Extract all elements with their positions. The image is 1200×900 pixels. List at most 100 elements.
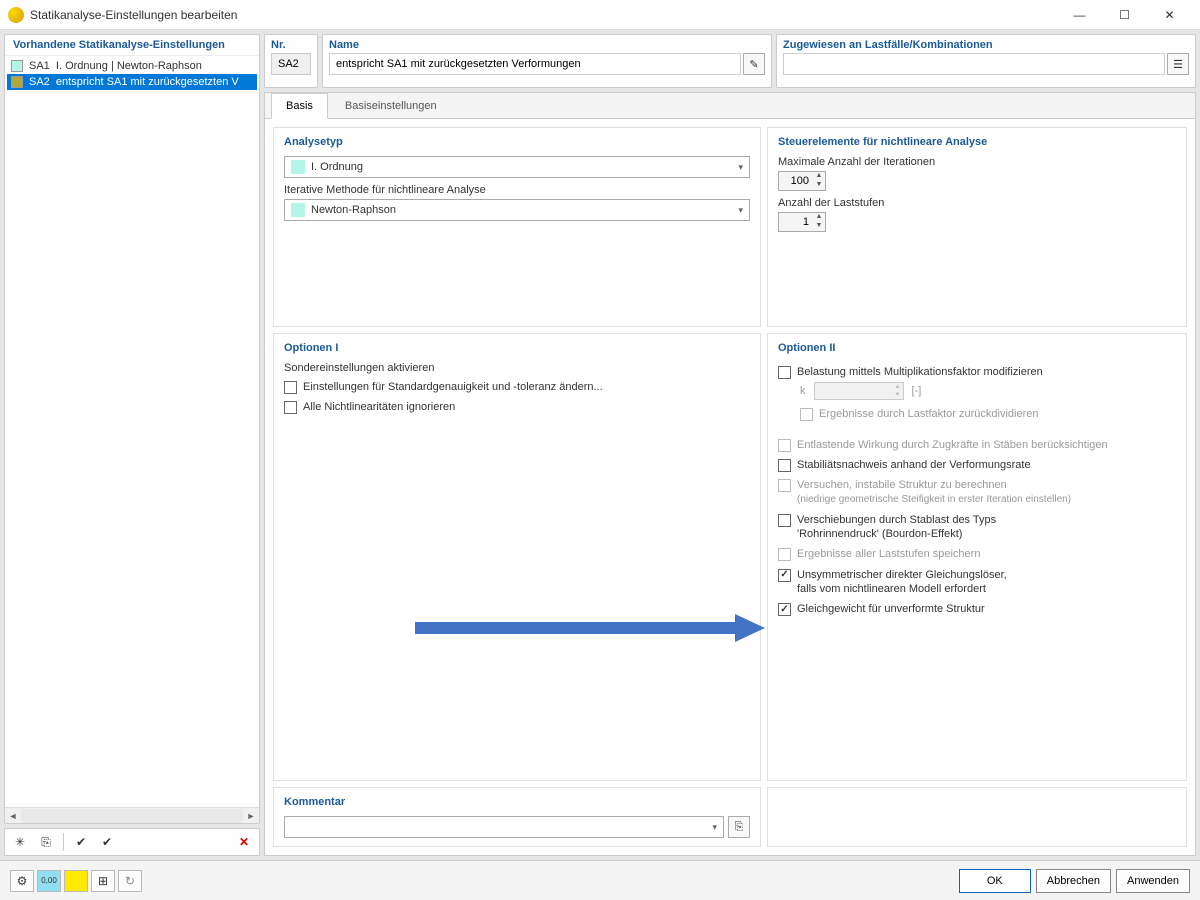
delete-button[interactable]: ✕ — [233, 831, 255, 853]
scroll-right-icon[interactable]: ► — [243, 809, 259, 823]
name-panel: Name ✎ — [322, 34, 772, 88]
load-steps-label: Anzahl der Laststufen — [778, 197, 1176, 209]
unsym-solver-label: Unsymmetrischer direkter Gleichungslöser… — [797, 568, 1007, 597]
name-field[interactable] — [329, 53, 741, 75]
nr-field[interactable] — [271, 53, 311, 75]
reset-button[interactable]: ↻ — [118, 870, 142, 892]
equilib-undeformed-label: Gleichgewicht für unverformte Struktur — [797, 602, 985, 616]
chevron-down-icon: ▾ — [712, 822, 717, 833]
step-down-icon: ▼ — [893, 391, 903, 399]
chevron-down-icon: ▾ — [738, 162, 743, 173]
load-mult-checkbox[interactable] — [778, 366, 791, 379]
scroll-left-icon[interactable]: ◄ — [5, 809, 21, 823]
special-settings-label: Sondereinstellungen aktivieren — [284, 362, 750, 374]
load-steps-stepper[interactable]: ▲ ▼ — [778, 212, 826, 232]
options-1-header: Optionen I — [284, 342, 750, 354]
comment-section: Kommentar ▾ ⎘ — [273, 787, 761, 847]
item-code: SA2 — [29, 76, 50, 88]
check-a-button[interactable]: ✔ — [70, 831, 92, 853]
apply-button[interactable]: Anwenden — [1116, 869, 1190, 893]
load-mult-label: Belastung mittels Multiplikationsfaktor … — [797, 365, 1043, 379]
ok-button[interactable]: OK — [959, 869, 1031, 893]
tab-basiseinstellungen[interactable]: Basiseinstellungen — [330, 93, 452, 118]
nr-label: Nr. — [265, 35, 317, 53]
std-accuracy-checkbox[interactable] — [284, 381, 297, 394]
analysis-type-section: Analysetyp I. Ordnung ▾ Iterative Method… — [273, 127, 761, 327]
tabs-panel: Basis Basiseinstellungen Analysetyp I. O… — [264, 92, 1196, 856]
analysis-type-header: Analysetyp — [284, 136, 750, 148]
item-name: entspricht SA1 mit zurückgesetzten V — [56, 76, 239, 88]
empty-panel — [767, 787, 1187, 847]
list-toolbar: ✳ ⎘ ✔ ✔ ✕ — [4, 828, 260, 856]
max-iterations-input[interactable] — [779, 175, 813, 187]
max-iterations-label: Maximale Anzahl der Iterationen — [778, 156, 1176, 168]
save-all-steps-checkbox — [778, 548, 791, 561]
assigned-field[interactable] — [783, 53, 1165, 75]
maximize-button[interactable]: ☐ — [1102, 1, 1147, 29]
k-stepper: ▲▼ — [814, 382, 904, 400]
minimize-button[interactable]: — — [1057, 1, 1102, 29]
step-down-icon[interactable]: ▼ — [813, 181, 825, 190]
step-down-icon[interactable]: ▼ — [813, 222, 825, 231]
unsym-solver-checkbox[interactable] — [778, 569, 791, 582]
scroll-track[interactable] — [21, 809, 243, 823]
divide-results-checkbox — [800, 408, 813, 421]
edit-name-button[interactable]: ✎ — [743, 53, 765, 75]
nr-panel: Nr. — [264, 34, 318, 88]
list-item[interactable]: SA2 entspricht SA1 mit zurückgesetzten V — [7, 74, 257, 90]
load-steps-input[interactable] — [779, 216, 813, 228]
iterative-method-label: Iterative Methode für nichtlineare Analy… — [284, 184, 750, 196]
item-name: I. Ordnung | Newton-Raphson — [56, 60, 202, 72]
step-up-icon[interactable]: ▲ — [813, 172, 825, 181]
assigned-label: Zugewiesen an Lastfälle/Kombinationen — [777, 35, 1195, 53]
decimals-button[interactable]: 0,00 — [37, 870, 61, 892]
k-label: k — [800, 385, 806, 397]
assigned-panel: Zugewiesen an Lastfälle/Kombinationen ☰ — [776, 34, 1196, 88]
assigned-browse-button[interactable]: ☰ — [1167, 53, 1189, 75]
step-up-icon: ▲ — [893, 383, 903, 391]
equilib-undeformed-checkbox[interactable] — [778, 603, 791, 616]
bourdon-checkbox[interactable] — [778, 514, 791, 527]
analysis-type-value: I. Ordnung — [311, 161, 738, 173]
step-up-icon[interactable]: ▲ — [813, 213, 825, 222]
dialog-bottom-bar: ⚙ 0,00 ⊞ ↻ OK Abbrechen Anwenden — [0, 860, 1200, 900]
max-iterations-stepper[interactable]: ▲ ▼ — [778, 171, 826, 191]
tab-basis[interactable]: Basis — [271, 93, 328, 119]
name-label: Name — [323, 35, 771, 53]
stability-check-checkbox[interactable] — [778, 459, 791, 472]
horizontal-scrollbar[interactable]: ◄ ► — [5, 807, 259, 823]
ignore-nonlin-label: Alle Nichtlinearitäten ignorieren — [303, 400, 455, 414]
cancel-button[interactable]: Abbrechen — [1036, 869, 1111, 893]
existing-settings-panel: Vorhandene Statikanalyse-Einstellungen S… — [4, 34, 260, 824]
tension-relief-checkbox — [778, 439, 791, 452]
settings-list[interactable]: SA1 I. Ordnung | Newton-Raphson SA2 ents… — [5, 56, 259, 807]
separator — [63, 833, 64, 851]
options-1-section: Optionen I Sondereinstellungen aktiviere… — [273, 333, 761, 781]
item-color-icon — [11, 76, 23, 88]
list-item[interactable]: SA1 I. Ordnung | Newton-Raphson — [7, 58, 257, 74]
ignore-nonlin-checkbox[interactable] — [284, 401, 297, 414]
std-accuracy-label: Einstellungen für Standardgenauigkeit un… — [303, 380, 603, 394]
comment-header: Kommentar — [284, 796, 750, 808]
comment-dropdown[interactable]: ▾ — [284, 816, 724, 838]
app-icon — [8, 7, 24, 23]
tab-strip: Basis Basiseinstellungen — [265, 93, 1195, 119]
item-code: SA1 — [29, 60, 50, 72]
bourdon-label: Verschiebungen durch Stablast des Typs '… — [797, 513, 996, 542]
type-color-icon — [291, 160, 305, 174]
graphic-button[interactable]: ⊞ — [91, 870, 115, 892]
stability-check-label: Stabiliätsnachweis anhand der Verformung… — [797, 458, 1031, 472]
copy-item-button[interactable]: ⎘ — [35, 831, 57, 853]
units-button[interactable]: ⚙ — [10, 870, 34, 892]
iterative-method-value: Newton-Raphson — [311, 204, 738, 216]
new-item-button[interactable]: ✳ — [9, 831, 31, 853]
check-b-button[interactable]: ✔ — [96, 831, 118, 853]
iterative-method-dropdown[interactable]: Newton-Raphson ▾ — [284, 199, 750, 221]
comment-copy-button[interactable]: ⎘ — [728, 816, 750, 838]
try-unstable-label: Versuchen, instabile Struktur zu berechn… — [797, 478, 1071, 507]
close-button[interactable]: ✕ — [1147, 1, 1192, 29]
analysis-type-dropdown[interactable]: I. Ordnung ▾ — [284, 156, 750, 178]
color-button[interactable] — [64, 870, 88, 892]
nonlinear-controls-header: Steuerelemente für nichtlineare Analyse — [778, 136, 1176, 148]
options-2-section: Optionen II Belastung mittels Multiplika… — [767, 333, 1187, 781]
